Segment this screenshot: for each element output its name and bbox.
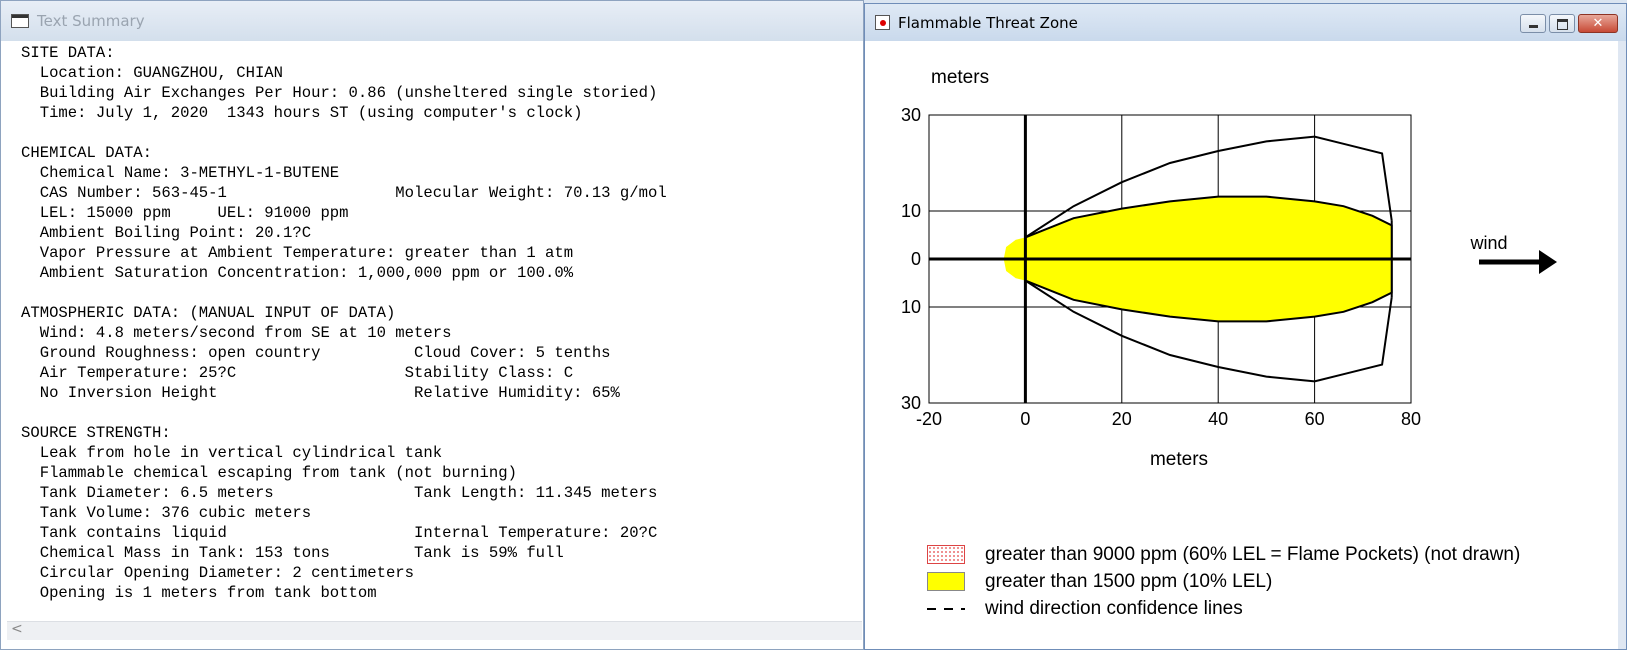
y-tick-label: 10 — [901, 201, 921, 221]
threat-zone-titlebar[interactable]: Flammable Threat Zone ✕ — [865, 4, 1626, 41]
maximize-button[interactable] — [1549, 14, 1575, 33]
window-border — [1618, 41, 1626, 649]
legend-item-confidence: wind direction confidence lines — [927, 595, 1520, 622]
threat-zone-app-icon — [875, 15, 890, 30]
x-tick-label: 20 — [1112, 409, 1132, 429]
x-axis-label: meters — [1150, 449, 1208, 470]
wind-label: wind — [1469, 233, 1507, 253]
wind-arrow: wind — [1469, 233, 1557, 274]
text-summary-titlebar[interactable]: Text Summary — [1, 1, 863, 41]
legend-label-flame: greater than 9000 ppm (60% LEL = Flame P… — [985, 543, 1521, 565]
y-tick-label: 30 — [901, 393, 921, 413]
horizontal-scrollbar[interactable]: < — [7, 621, 862, 640]
threat-zone-chart: meters meters -20 0 20 40 60 80301001030 wind — [901, 67, 1557, 470]
x-tick-label: 80 — [1401, 409, 1421, 429]
wind-arrow-head-icon — [1539, 250, 1557, 274]
y-axis-label: meters — [931, 67, 989, 88]
window-app-icon — [11, 14, 29, 28]
window-controls: ✕ — [1520, 14, 1618, 33]
text-summary-title: Text Summary — [37, 12, 145, 30]
text-summary-window: Text Summary SITE DATA: Location: GUANGZ… — [0, 0, 864, 650]
legend-item-yellow: greater than 1500 ppm (10% LEL) — [927, 568, 1520, 595]
scroll-left-arrow-icon[interactable]: < — [11, 621, 23, 637]
dashed-line-swatch-icon — [927, 607, 965, 610]
threat-zone-plot-area: meters meters -20 0 20 40 60 80 30 10 0 10 30 wind… — [875, 44, 1618, 644]
flame-pockets-swatch-icon — [927, 545, 965, 564]
y-tick-label: 30 — [901, 105, 921, 125]
y-tick-label: 0 — [911, 249, 921, 269]
close-button[interactable]: ✕ — [1578, 14, 1618, 33]
legend-item-flame: greater than 9000 ppm (60% LEL = Flame P… — [927, 541, 1520, 568]
x-tick-label: 60 — [1305, 409, 1325, 429]
x-tick-label: 40 — [1208, 409, 1228, 429]
threat-zone-window: Flammable Threat Zone ✕ meters meters -2… — [864, 3, 1627, 650]
summary-text: SITE DATA: Location: GUANGZHOU, CHIAN Bu… — [21, 44, 667, 602]
x-tick-label: 0 — [1020, 409, 1030, 429]
legend-label-yellow: greater than 1500 ppm (10% LEL) — [985, 570, 1273, 592]
threat-zone-title: Flammable Threat Zone — [898, 13, 1078, 32]
minimize-button[interactable] — [1520, 14, 1546, 33]
chart-legend: greater than 9000 ppm (60% LEL = Flame P… — [927, 541, 1520, 622]
yellow-zone-swatch-icon — [927, 572, 965, 591]
text-summary-content[interactable]: SITE DATA: Location: GUANGZHOU, CHIAN Bu… — [7, 41, 862, 621]
y-tick-label: 10 — [901, 297, 921, 317]
legend-label-confidence: wind direction confidence lines — [985, 597, 1243, 619]
